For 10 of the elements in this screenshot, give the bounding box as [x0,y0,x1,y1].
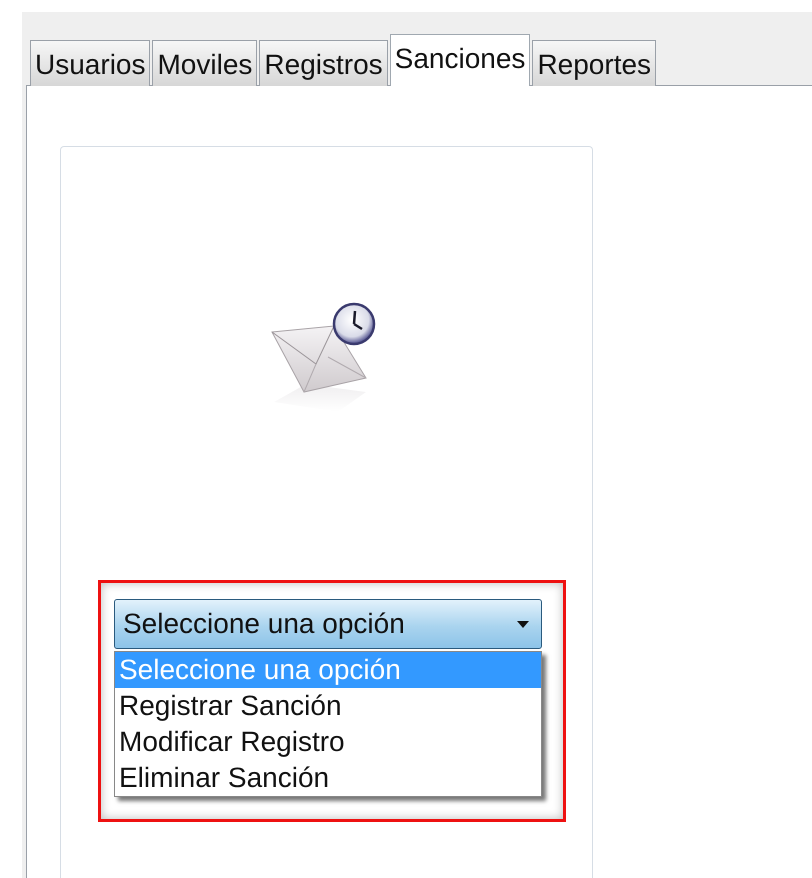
dropdown-option[interactable]: Eliminar Sanción [115,760,541,796]
dropdown-option[interactable]: Registrar Sanción [115,688,541,724]
dropdown-option[interactable]: Modificar Registro [115,724,541,760]
tab[interactable]: Usuarios [30,40,150,86]
option-dropdown[interactable]: Seleccione una opción [114,599,542,649]
caret-icon [517,620,529,628]
tab[interactable]: Reportes [532,40,656,86]
tab[interactable]: Sanciones [390,34,530,86]
tab[interactable]: Moviles [152,40,258,86]
tab[interactable]: Registros [259,40,388,86]
